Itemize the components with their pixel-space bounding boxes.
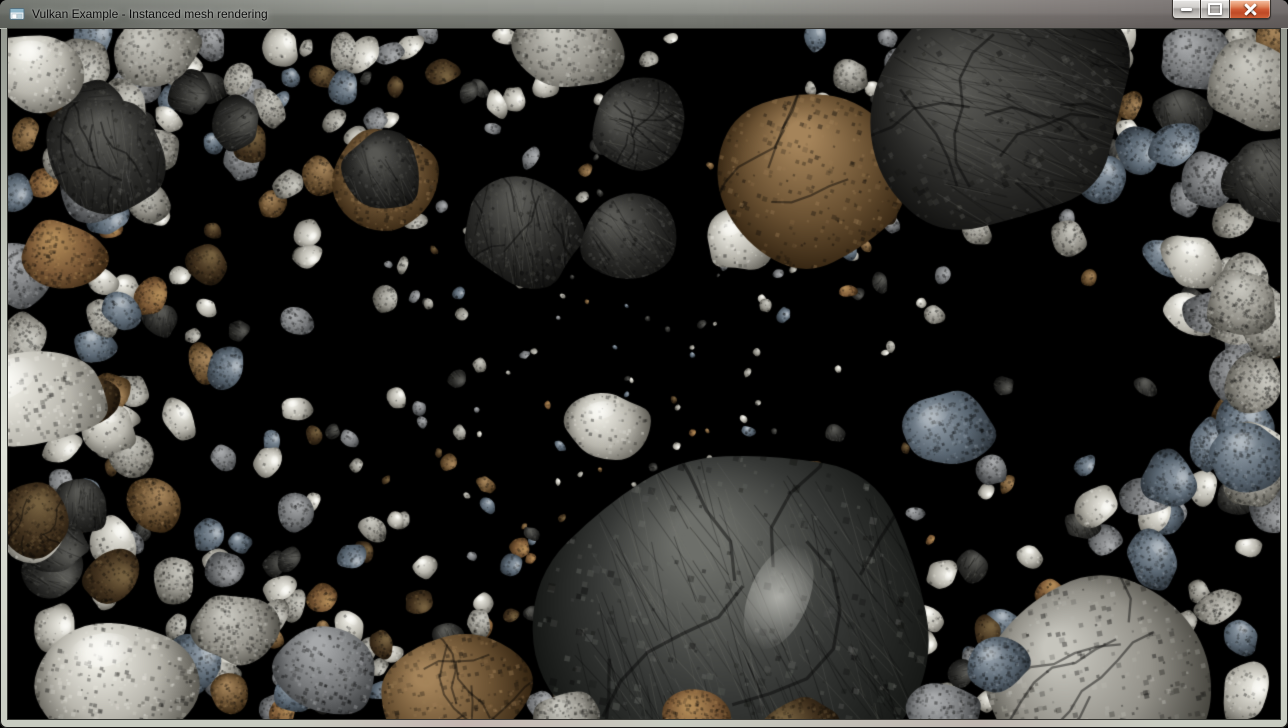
render-viewport[interactable] [8,29,1280,719]
minimize-icon [1181,8,1192,11]
maximize-button[interactable] [1201,0,1229,19]
app-window: Vulkan Example - Instanced mesh renderin… [0,0,1288,728]
window-title: Vulkan Example - Instanced mesh renderin… [32,7,268,21]
client-area [8,29,1280,719]
minimize-button[interactable] [1172,0,1201,19]
close-button[interactable] [1229,0,1271,19]
close-icon [1243,4,1258,15]
window-controls [1172,0,1271,19]
titlebar[interactable]: Vulkan Example - Instanced mesh renderin… [0,0,1288,29]
app-icon [9,6,25,22]
maximize-icon [1208,3,1222,15]
